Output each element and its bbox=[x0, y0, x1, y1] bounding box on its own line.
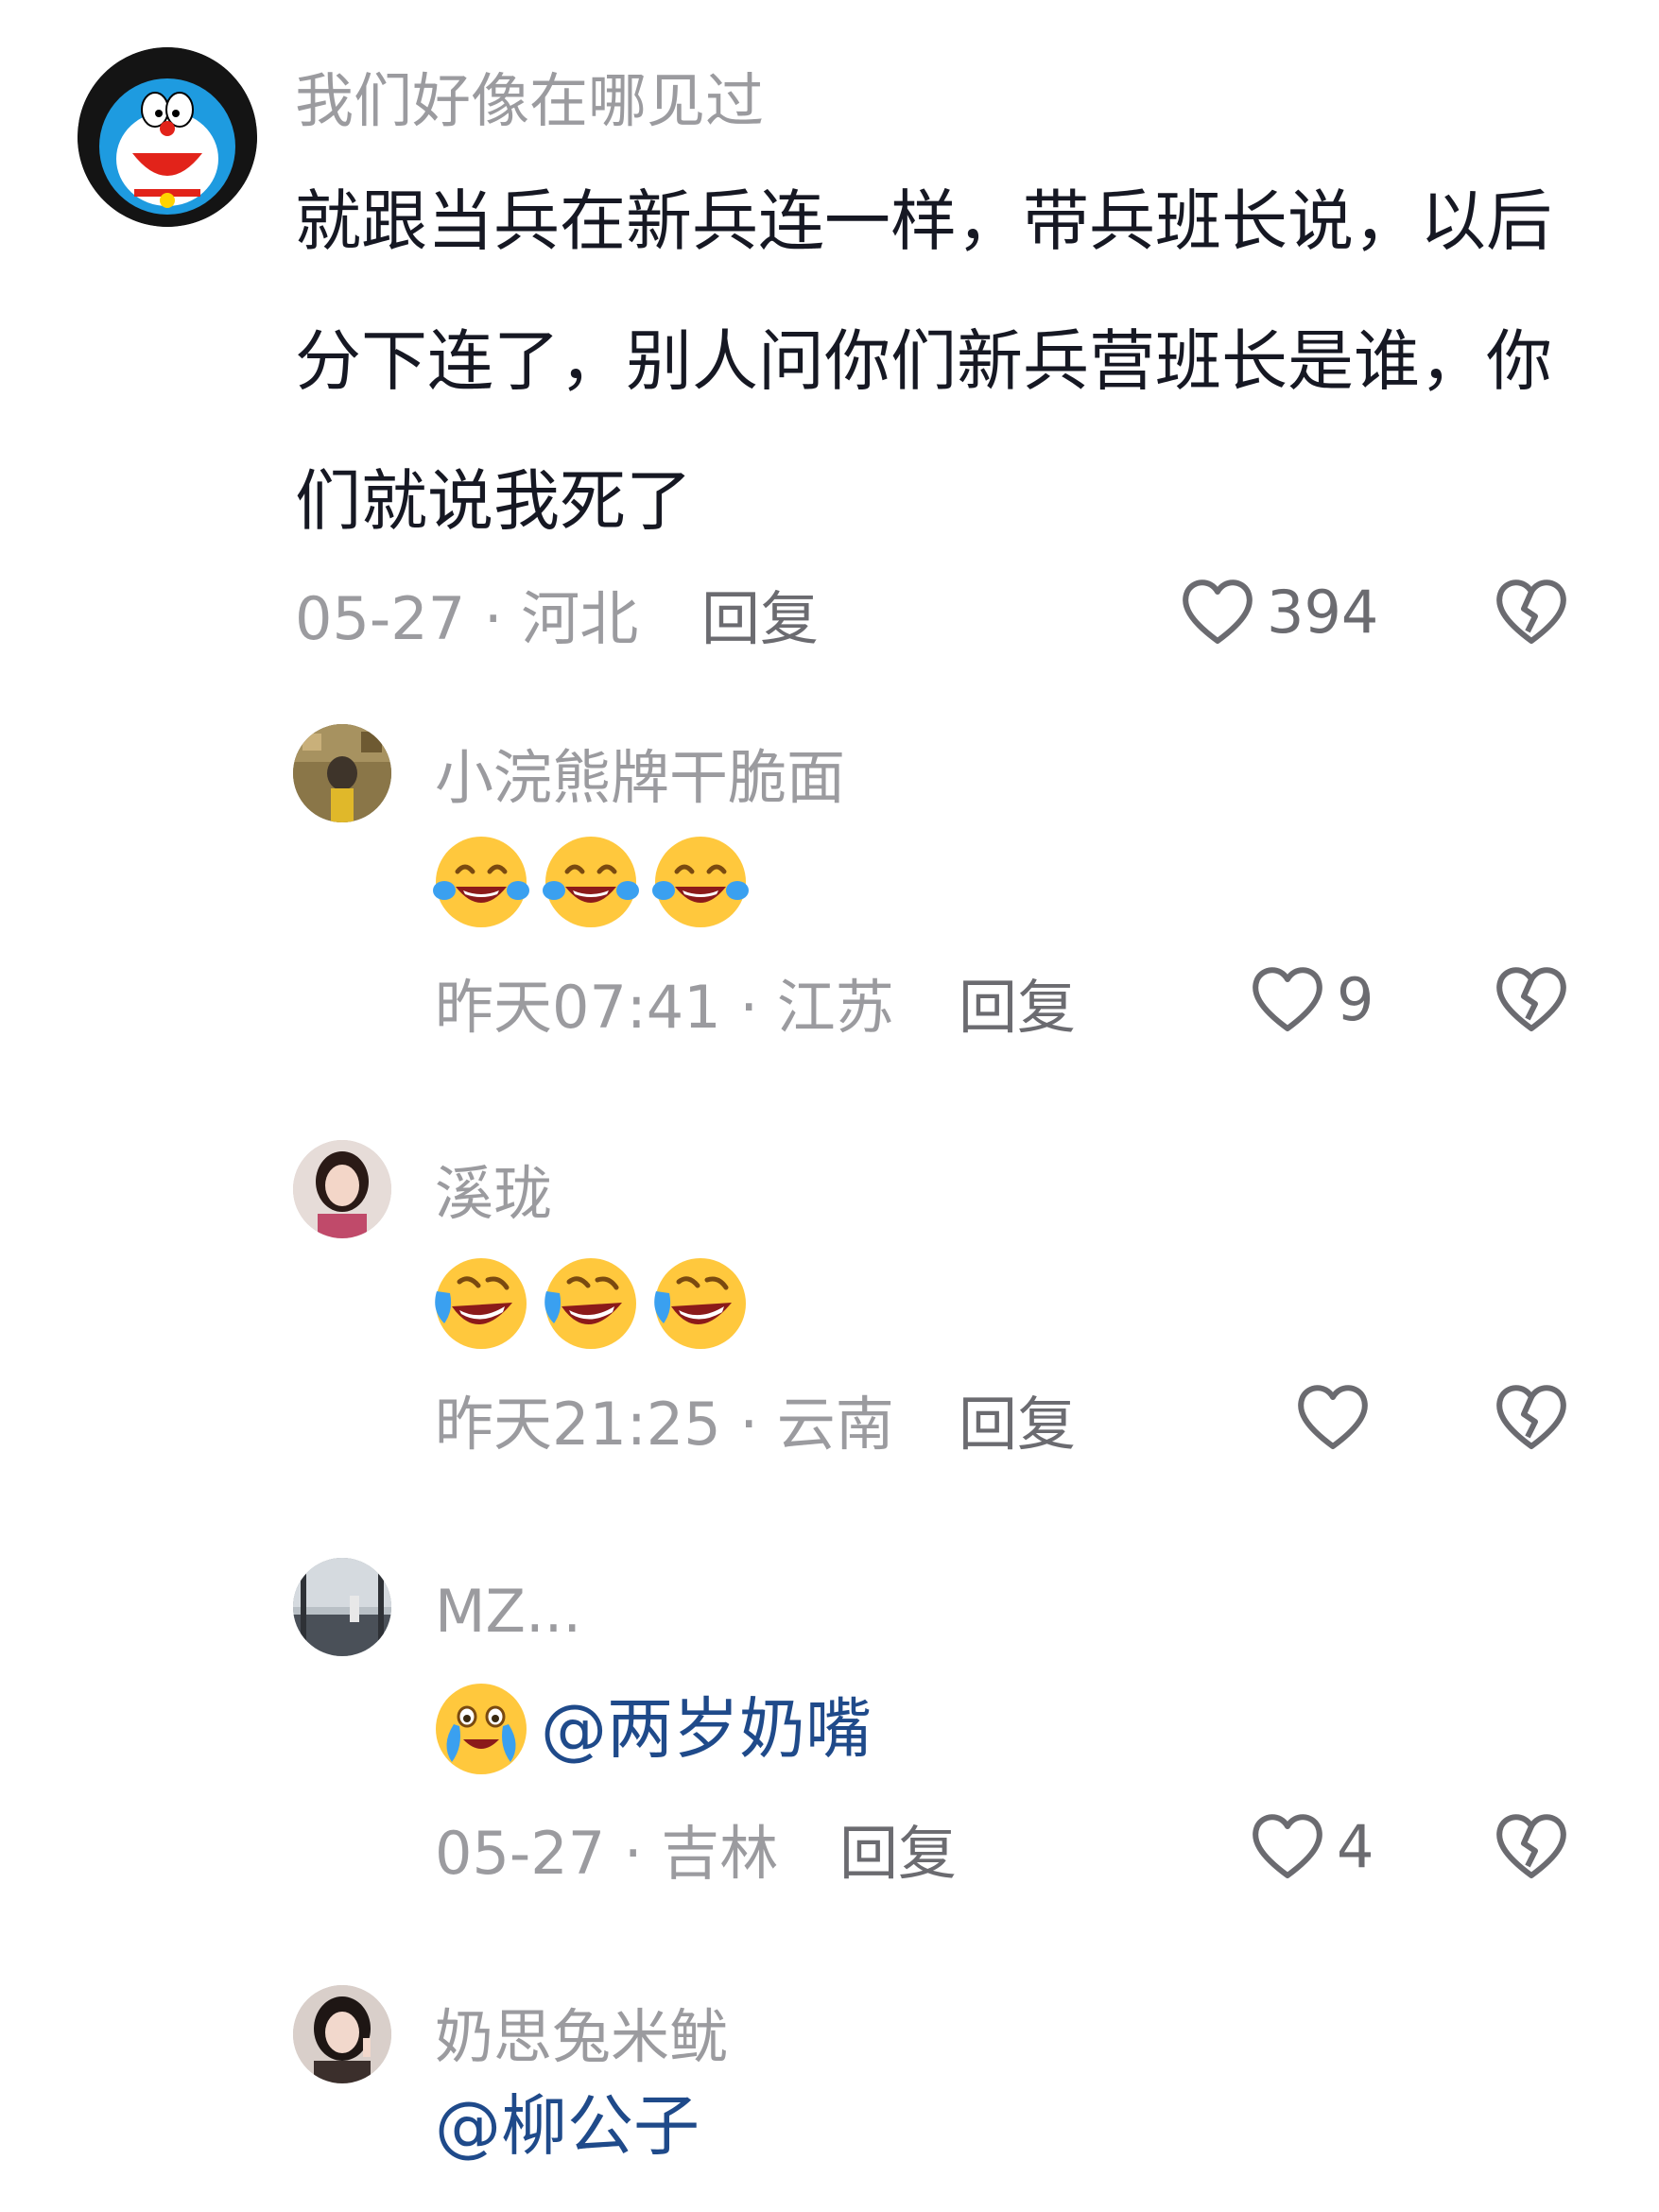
crying-laughing-icon bbox=[434, 1682, 528, 1776]
rolling-on-floor-laughing-icon bbox=[650, 1253, 751, 1354]
username[interactable]: 小浣熊牌干脆面 bbox=[435, 749, 845, 807]
username[interactable]: MZ... bbox=[435, 1582, 581, 1641]
broken-heart-icon bbox=[1494, 575, 1569, 650]
landscape-avatar-icon bbox=[293, 1558, 391, 1656]
comment-meta: 昨天21:25 · 云南 bbox=[435, 1390, 894, 1459]
tears-of-joy-icon bbox=[431, 832, 531, 932]
avatar[interactable] bbox=[293, 1558, 391, 1656]
comment-meta: 05-27 · 河北 bbox=[295, 584, 639, 653]
avatar[interactable] bbox=[293, 1140, 391, 1238]
emoji-row bbox=[431, 1253, 760, 1354]
raccoon-avatar-icon bbox=[293, 724, 391, 822]
heart-icon bbox=[1295, 1380, 1371, 1456]
rolling-on-floor-laughing-icon bbox=[541, 1253, 641, 1354]
broken-heart-icon bbox=[1494, 1380, 1569, 1456]
emoji-row bbox=[431, 832, 760, 932]
person-avatar-icon bbox=[293, 1140, 391, 1238]
reply-button[interactable]: 回复 bbox=[959, 978, 1076, 1037]
dislike-button[interactable] bbox=[1494, 1380, 1569, 1460]
like-count: 4 bbox=[1337, 1812, 1374, 1881]
like-button[interactable]: 4 bbox=[1250, 1809, 1374, 1885]
reply-button[interactable]: 回复 bbox=[839, 1824, 957, 1883]
username[interactable]: 溪珑 bbox=[435, 1165, 552, 1223]
person-avatar-icon bbox=[293, 1985, 391, 2083]
like-count: 9 bbox=[1337, 965, 1374, 1034]
heart-icon bbox=[1180, 575, 1255, 650]
reply-button[interactable]: 回复 bbox=[959, 1395, 1076, 1454]
comment-content: @柳公子 bbox=[435, 2093, 700, 2159]
dislike-button[interactable] bbox=[1494, 1809, 1569, 1889]
mention-link[interactable]: @两岁奶嘴 bbox=[541, 1696, 872, 1762]
broken-heart-icon bbox=[1494, 962, 1569, 1038]
rolling-on-floor-laughing-icon bbox=[431, 1253, 531, 1354]
comment-meta: 昨天07:41 · 江苏 bbox=[435, 973, 894, 1042]
heart-icon bbox=[1250, 962, 1325, 1038]
heart-icon bbox=[1250, 1809, 1325, 1885]
reply-button[interactable]: 回复 bbox=[701, 590, 819, 648]
comment-text: 就跟当兵在新兵连一样，带兵班长说，以后分下连了，别人问你们新兵营班长是谁，你们就… bbox=[295, 182, 1552, 540]
doraemon-avatar-icon bbox=[78, 47, 257, 227]
like-button[interactable]: 9 bbox=[1250, 962, 1374, 1038]
avatar[interactable] bbox=[293, 1985, 391, 2083]
like-button[interactable]: 394 bbox=[1180, 575, 1378, 650]
comment-content: @两岁奶嘴 bbox=[431, 1679, 872, 1779]
like-button[interactable] bbox=[1295, 1380, 1382, 1456]
avatar[interactable] bbox=[78, 47, 257, 227]
mention-link[interactable]: @柳公子 bbox=[435, 2087, 700, 2165]
avatar[interactable] bbox=[293, 724, 391, 822]
username[interactable]: 我们好像在哪见过 bbox=[295, 72, 764, 130]
dislike-button[interactable] bbox=[1494, 575, 1569, 654]
broken-heart-icon bbox=[1494, 1809, 1569, 1885]
like-count: 394 bbox=[1267, 578, 1379, 647]
dislike-button[interactable] bbox=[1494, 962, 1569, 1042]
username[interactable]: 奶思兔米鱿 bbox=[435, 2008, 728, 2066]
tears-of-joy-icon bbox=[541, 832, 641, 932]
comment-meta: 05-27 · 吉林 bbox=[435, 1819, 779, 1888]
tears-of-joy-icon bbox=[650, 832, 751, 932]
